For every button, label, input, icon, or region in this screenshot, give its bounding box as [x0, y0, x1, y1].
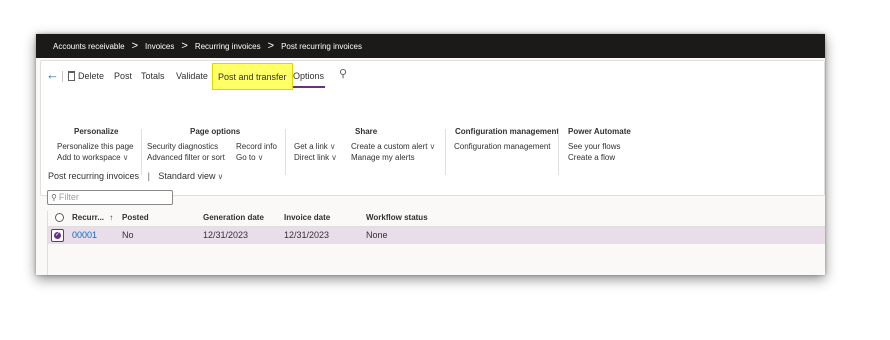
- personalize-this-page-button[interactable]: Personalize this page: [57, 142, 134, 151]
- validate-button[interactable]: Validate: [176, 68, 208, 85]
- recurr-link[interactable]: 00001: [72, 230, 97, 240]
- divider: [47, 211, 48, 275]
- breadcrumb: Accounts receivable > Invoices > Recurri…: [36, 34, 825, 58]
- table-row[interactable]: ✓ 00001 No 12/31/2023 12/31/2023 None: [47, 227, 825, 244]
- filter-placeholder: Filter: [58, 192, 79, 202]
- app-window: Accounts receivable > Invoices > Recurri…: [36, 34, 825, 275]
- security-diagnostics-button[interactable]: Security diagnostics: [147, 142, 218, 151]
- group-title-share: Share: [355, 127, 378, 136]
- breadcrumb-item-recurring-invoices[interactable]: Recurring invoices: [195, 42, 261, 51]
- action-bar: ← Delete Post Totals Validate Post and t…: [41, 63, 824, 90]
- divider: [558, 129, 559, 175]
- advanced-filter-button[interactable]: Advanced filter or sort: [147, 153, 225, 162]
- check-icon: ✓: [54, 232, 61, 239]
- sort-arrow-icon: ↑: [109, 213, 114, 222]
- filter-input[interactable]: ⚲ Filter: [47, 190, 173, 205]
- group-title-configuration-management: Configuration management: [455, 127, 560, 136]
- go-to-label: Go to: [236, 153, 256, 162]
- divider: [285, 129, 286, 175]
- go-to-button[interactable]: Go to ∨: [236, 153, 263, 162]
- add-to-workspace-label: Add to workspace: [57, 153, 121, 162]
- post-and-transfer-button[interactable]: Post and transfer: [212, 63, 293, 90]
- column-header-recurr-label: Recurr...: [72, 213, 105, 222]
- get-a-link-button[interactable]: Get a link ∨: [294, 142, 336, 151]
- breadcrumb-item-invoices[interactable]: Invoices: [145, 42, 174, 51]
- chevron-right-icon: >: [267, 39, 275, 52]
- add-to-workspace-button[interactable]: Add to workspace ∨: [57, 153, 128, 162]
- chevron-down-icon: ∨: [331, 153, 337, 162]
- grid-header: Recurr... ↑ Posted Generation date Invoi…: [47, 211, 825, 226]
- create-custom-alert-label: Create a custom alert: [351, 142, 428, 151]
- totals-button[interactable]: Totals: [141, 68, 165, 85]
- page-title: Post recurring invoices: [48, 171, 140, 181]
- workflow-status-cell: None: [366, 230, 388, 240]
- generation-date-cell: 12/31/2023: [203, 230, 249, 240]
- group-title-personalize: Personalize: [74, 127, 119, 136]
- search-icon[interactable]: ⚲: [339, 66, 347, 83]
- record-info-button[interactable]: Record info: [236, 142, 277, 151]
- group-title-power-automate: Power Automate: [568, 127, 631, 136]
- get-a-link-label: Get a link: [294, 142, 328, 151]
- post-button[interactable]: Post: [114, 68, 132, 85]
- invoice-date-cell: 12/31/2023: [284, 230, 330, 240]
- column-header-generation-date[interactable]: Generation date: [203, 213, 264, 222]
- divider: [141, 129, 142, 175]
- direct-link-button[interactable]: Direct link ∨: [294, 153, 337, 162]
- posted-cell: No: [122, 230, 134, 240]
- column-header-invoice-date[interactable]: Invoice date: [284, 213, 330, 222]
- column-header-recurr[interactable]: Recurr... ↑: [72, 213, 113, 222]
- breadcrumb-item-post-recurring-invoices: Post recurring invoices: [281, 41, 362, 51]
- create-custom-alert-button[interactable]: Create a custom alert ∨: [351, 142, 435, 151]
- select-all-radio[interactable]: [55, 213, 64, 222]
- column-header-posted[interactable]: Posted: [122, 213, 149, 222]
- chevron-down-icon: ∨: [257, 153, 264, 162]
- trash-icon: [68, 71, 75, 81]
- divider: [445, 129, 446, 175]
- back-arrow-icon[interactable]: ←: [46, 66, 59, 83]
- configuration-management-button[interactable]: Configuration management: [454, 142, 551, 151]
- chevron-down-icon: ∨: [122, 153, 129, 162]
- breadcrumb-item-accounts-receivable[interactable]: Accounts receivable: [53, 42, 125, 51]
- tab-options-underline: [293, 86, 325, 88]
- manage-my-alerts-button[interactable]: Manage my alerts: [351, 153, 415, 162]
- chevron-down-icon: ∨: [329, 142, 336, 151]
- view-selector[interactable]: Standard view ∨: [158, 171, 223, 181]
- create-a-flow-button[interactable]: Create a flow: [568, 153, 615, 162]
- view-name: Standard view: [158, 171, 216, 181]
- see-your-flows-button[interactable]: See your flows: [568, 142, 620, 151]
- delete-button[interactable]: Delete: [78, 68, 104, 85]
- view-separator: |: [147, 171, 150, 181]
- chevron-down-icon: ∨: [217, 172, 224, 181]
- direct-link-label: Direct link: [294, 153, 330, 162]
- chevron-right-icon: >: [131, 39, 139, 52]
- search-icon: ⚲: [51, 193, 57, 202]
- chevron-down-icon: ∨: [429, 142, 436, 151]
- row-select-checkbox[interactable]: ✓: [51, 229, 64, 242]
- column-header-workflow-status[interactable]: Workflow status: [366, 213, 428, 222]
- group-title-page-options: Page options: [190, 127, 241, 136]
- divider: [62, 71, 63, 82]
- tab-options[interactable]: Options: [293, 68, 324, 85]
- chevron-right-icon: >: [181, 39, 188, 52]
- view-selector-row: Post recurring invoices | Standard view ∨: [48, 171, 223, 181]
